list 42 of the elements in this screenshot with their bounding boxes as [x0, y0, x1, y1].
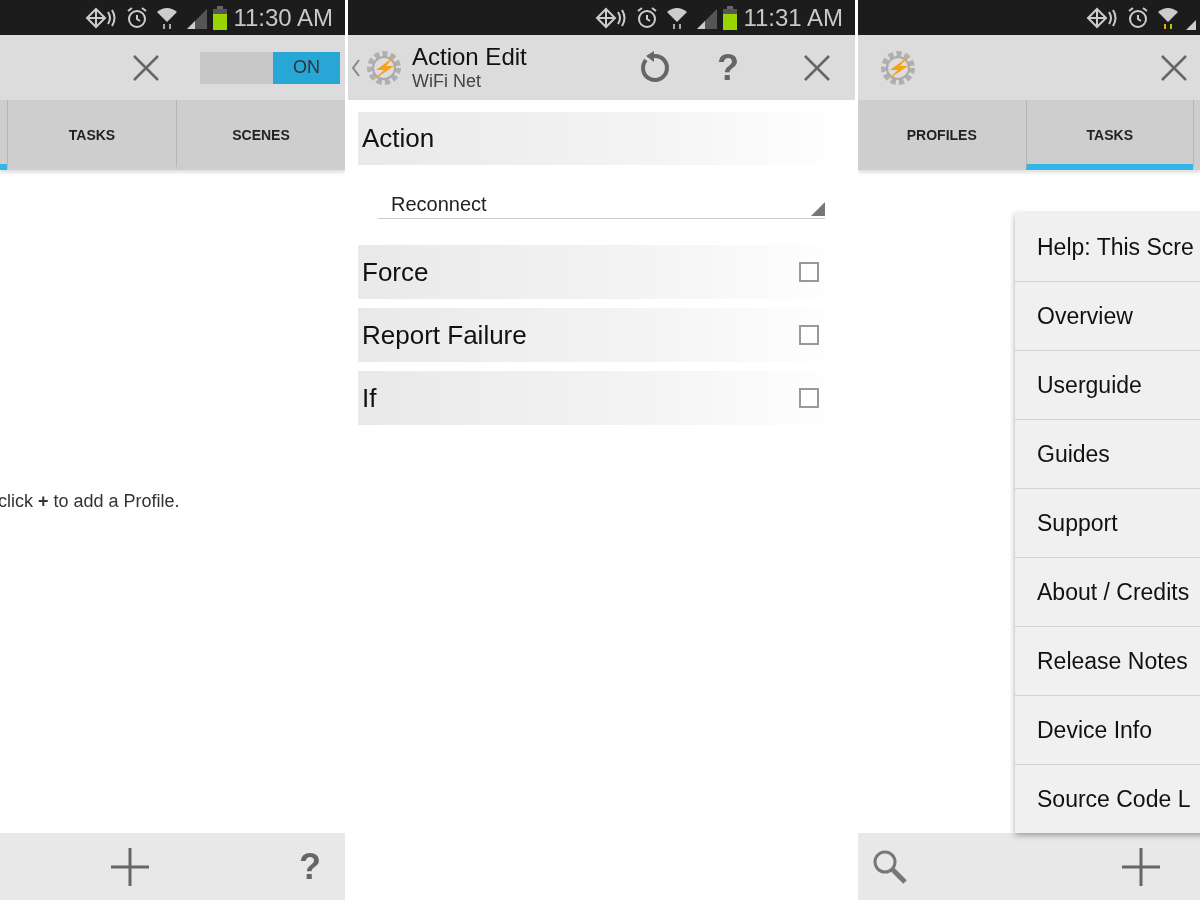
action-dropdown[interactable]: Reconnect — [378, 193, 825, 219]
tab[interactable]: TASKS — [7, 100, 176, 170]
back-chevron-icon[interactable] — [352, 58, 360, 77]
signal-icon — [1186, 20, 1196, 30]
menu-item[interactable]: Source Code L — [1015, 765, 1200, 833]
help-button[interactable]: ? — [717, 46, 739, 89]
wifi-icon — [1156, 5, 1180, 30]
search-icon[interactable] — [872, 848, 908, 885]
screen-subtitle: WiFi Net — [412, 71, 482, 92]
wifi-icon — [665, 5, 690, 30]
add-icon[interactable] — [1122, 847, 1160, 886]
close-icon[interactable] — [803, 53, 831, 82]
menu-item[interactable]: Guides — [1015, 420, 1200, 489]
checkbox[interactable] — [799, 262, 819, 282]
status-time: 11:30 AM — [233, 3, 333, 32]
screen-title: Action Edit — [412, 43, 528, 71]
menu-item[interactable]: Support — [1015, 489, 1200, 558]
tab[interactable]: SCENES — [176, 100, 345, 170]
option-label: Report Failure — [362, 319, 527, 351]
toggle-switch[interactable]: ON — [200, 51, 340, 84]
menu-item[interactable]: Help: This Scre — [1015, 213, 1200, 282]
alarm-clock-icon — [1126, 5, 1150, 30]
menu-item[interactable]: Overview — [1015, 282, 1200, 351]
menu-item[interactable]: Userguide — [1015, 351, 1200, 420]
tab[interactable]: PROFILES — [858, 100, 1026, 170]
checkbox[interactable] — [799, 325, 819, 345]
tab[interactable]: TASKS — [1025, 100, 1194, 170]
dropdown-arrow-icon — [811, 202, 825, 216]
menu-item[interactable]: About / Credits — [1015, 558, 1200, 627]
close-icon[interactable] — [1160, 53, 1188, 82]
add-icon[interactable] — [111, 847, 149, 886]
battery-icon — [213, 5, 228, 30]
status-time: 11:31 AM — [743, 3, 843, 32]
battery-icon — [723, 5, 738, 30]
option-label: Force — [362, 256, 429, 288]
help-button[interactable]: ? — [299, 845, 321, 888]
close-icon[interactable] — [132, 53, 160, 82]
wifi-icon — [155, 5, 180, 30]
option-label: If — [362, 382, 377, 414]
menu-item[interactable]: Device Info — [1015, 696, 1200, 765]
menu-item[interactable]: Release Notes — [1015, 627, 1200, 696]
checkbox[interactable] — [799, 388, 819, 408]
